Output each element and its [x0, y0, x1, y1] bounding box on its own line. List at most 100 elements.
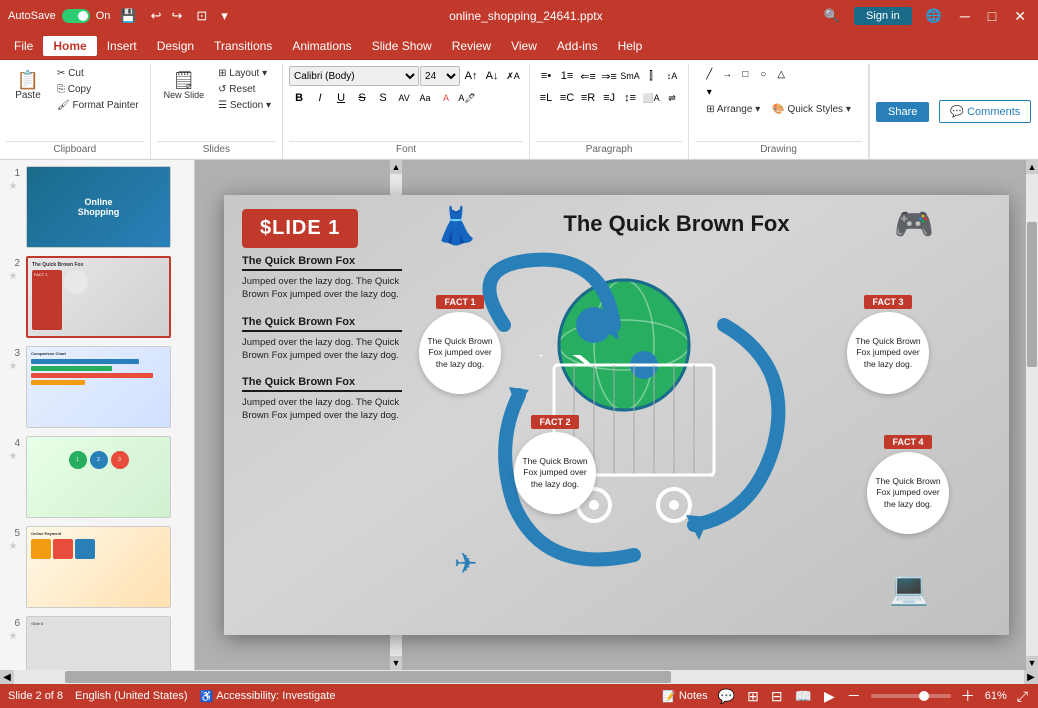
numbering-button[interactable]: 1≡	[557, 66, 577, 86]
menu-view[interactable]: View	[501, 36, 547, 56]
menu-file[interactable]: File	[4, 36, 43, 56]
slide-thumb-3[interactable]: Comparison Chart	[26, 346, 171, 428]
slide-item-2[interactable]: 2 ★ The Quick Brown Fox FACT 1	[4, 254, 190, 340]
slide-item-6[interactable]: 6 ★ Slide 6	[4, 614, 190, 670]
justify-button[interactable]: ≡J	[599, 88, 619, 108]
arrange-button[interactable]: ⊞ Arrange ▾	[701, 102, 765, 117]
menu-insert[interactable]: Insert	[97, 36, 147, 56]
menu-slideshow[interactable]: Slide Show	[362, 36, 442, 56]
font-case-button[interactable]: Aa	[415, 88, 435, 108]
copy-button[interactable]: ⎘ Copy	[52, 82, 144, 97]
normal-view-button[interactable]: ⊞	[745, 688, 761, 705]
right-scroll-up[interactable]: ▲	[1026, 160, 1038, 174]
slide-item-5[interactable]: 5 ★ Online Payment	[4, 524, 190, 610]
menu-home[interactable]: Home	[43, 36, 96, 56]
menu-transitions[interactable]: Transitions	[204, 36, 282, 56]
comments-status-button[interactable]: 💬	[716, 688, 737, 705]
format-painter-button[interactable]: 🖌 Format Painter	[52, 98, 144, 113]
char-spacing-button[interactable]: AV	[394, 88, 414, 108]
menu-help[interactable]: Help	[608, 36, 653, 56]
clear-format-button[interactable]: ✗A	[503, 66, 523, 86]
autosave-toggle[interactable]	[62, 9, 90, 23]
highlight-button[interactable]: A🖊	[457, 88, 477, 108]
search-button[interactable]: 🔍	[820, 6, 844, 26]
decrease-font-button[interactable]: A↓	[482, 66, 502, 86]
signin-button[interactable]: Sign in	[854, 7, 912, 25]
hscroll-right-button[interactable]: ▶	[1024, 670, 1038, 684]
italic-button[interactable]: I	[310, 88, 330, 108]
menu-design[interactable]: Design	[147, 36, 204, 56]
close-button[interactable]: ✕	[1010, 8, 1030, 25]
reset-button[interactable]: ↺ Reset	[213, 82, 276, 97]
smartart-button[interactable]: SmA	[620, 66, 640, 86]
cut-button[interactable]: ✂ Cut	[52, 66, 144, 81]
slide-thumb-4[interactable]: 1 2 3	[26, 436, 171, 518]
rect-shape[interactable]: □	[737, 66, 753, 82]
slide-sorter-button[interactable]: ⊟	[769, 688, 785, 705]
increase-indent-button[interactable]: ⇒≡	[599, 66, 619, 86]
scroll-up-button[interactable]: ▲	[390, 160, 402, 174]
strikethrough-button[interactable]: S	[352, 88, 372, 108]
layout-button[interactable]: ⊞ Layout ▾	[213, 66, 276, 81]
plane-icon: ✈	[454, 547, 477, 580]
more-shapes[interactable]: ▾	[701, 84, 717, 100]
bold-button[interactable]: B	[289, 88, 309, 108]
zoom-slider[interactable]	[871, 694, 951, 698]
paste-button[interactable]: 📋 Paste	[6, 66, 50, 106]
world-icon-button[interactable]: 🌐	[922, 6, 946, 26]
font-color-button[interactable]: A	[436, 88, 456, 108]
slides-label: Slides	[157, 141, 276, 157]
slide-thumb-6[interactable]: Slide 6	[26, 616, 171, 670]
align-center-button[interactable]: ≡C	[557, 88, 577, 108]
shadow-button[interactable]: S	[373, 88, 393, 108]
redo-button[interactable]: ↪	[167, 6, 186, 26]
hscroll-left-button[interactable]: ◀	[0, 670, 14, 684]
increase-font-button[interactable]: A↑	[461, 66, 481, 86]
slide-item-4[interactable]: 4 ★ 1 2 3	[4, 434, 190, 520]
text-direction-button[interactable]: ↕A	[662, 66, 682, 86]
notes-button[interactable]: 📝 Notes	[662, 690, 707, 703]
section-button[interactable]: ☰ Section ▾	[213, 98, 276, 113]
menu-addins[interactable]: Add-ins	[547, 36, 608, 56]
customize-button[interactable]: ▾	[217, 6, 232, 26]
line-shape[interactable]: ╱	[701, 66, 717, 82]
arrow-shape[interactable]: →	[719, 66, 735, 82]
undo-button[interactable]: ↩	[147, 6, 166, 26]
font-size-select[interactable]: 24	[420, 66, 460, 86]
slide-thumb-1[interactable]: OnlineShopping	[26, 166, 171, 248]
columns-button[interactable]: ⫿	[641, 66, 661, 86]
scroll-down-button[interactable]: ▼	[390, 656, 402, 670]
star-1: ★	[9, 181, 18, 192]
save-button[interactable]: 💾	[116, 6, 140, 26]
oval-shape[interactable]: ○	[755, 66, 771, 82]
right-scroll-down[interactable]: ▼	[1026, 656, 1038, 670]
slide-item-1[interactable]: 1 ★ OnlineShopping	[4, 164, 190, 250]
bullets-button[interactable]: ≡•	[536, 66, 556, 86]
font-family-select[interactable]: Calibri (Body)	[289, 66, 419, 86]
reading-view-button[interactable]: 📖	[793, 688, 814, 705]
menu-animations[interactable]: Animations	[282, 36, 361, 56]
slide-item-3[interactable]: 3 ★ Comparison Chart	[4, 344, 190, 430]
quick-styles-button[interactable]: 🎨 Quick Styles ▾	[767, 102, 856, 117]
underline-button[interactable]: U	[331, 88, 351, 108]
align-left-button[interactable]: ≡L	[536, 88, 556, 108]
triangle-shape[interactable]: △	[773, 66, 789, 82]
share-button[interactable]: Share	[876, 102, 929, 122]
slideshow-button[interactable]: ▶	[822, 688, 837, 705]
zoom-in-button[interactable]: ＋	[959, 686, 977, 706]
menu-review[interactable]: Review	[442, 36, 501, 56]
presentation-view-button[interactable]: ⊡	[192, 6, 211, 26]
convert-button[interactable]: ⇌	[662, 88, 682, 108]
fit-slide-button[interactable]: ⤢	[1015, 688, 1030, 705]
restore-button[interactable]: □	[984, 8, 1000, 24]
align-right-button[interactable]: ≡R	[578, 88, 598, 108]
slide-thumb-2[interactable]: The Quick Brown Fox FACT 1	[26, 256, 171, 338]
decrease-indent-button[interactable]: ⇐≡	[578, 66, 598, 86]
text-box-button[interactable]: ⬜A	[641, 88, 661, 108]
zoom-out-button[interactable]: －	[845, 686, 863, 706]
slide-thumb-5[interactable]: Online Payment	[26, 526, 171, 608]
line-spacing-button[interactable]: ↕≡	[620, 88, 640, 108]
comments-button[interactable]: 💬 Comments	[939, 100, 1031, 123]
new-slide-button[interactable]: 🗒 New Slide	[157, 66, 212, 105]
minimize-button[interactable]: ─	[956, 8, 974, 24]
